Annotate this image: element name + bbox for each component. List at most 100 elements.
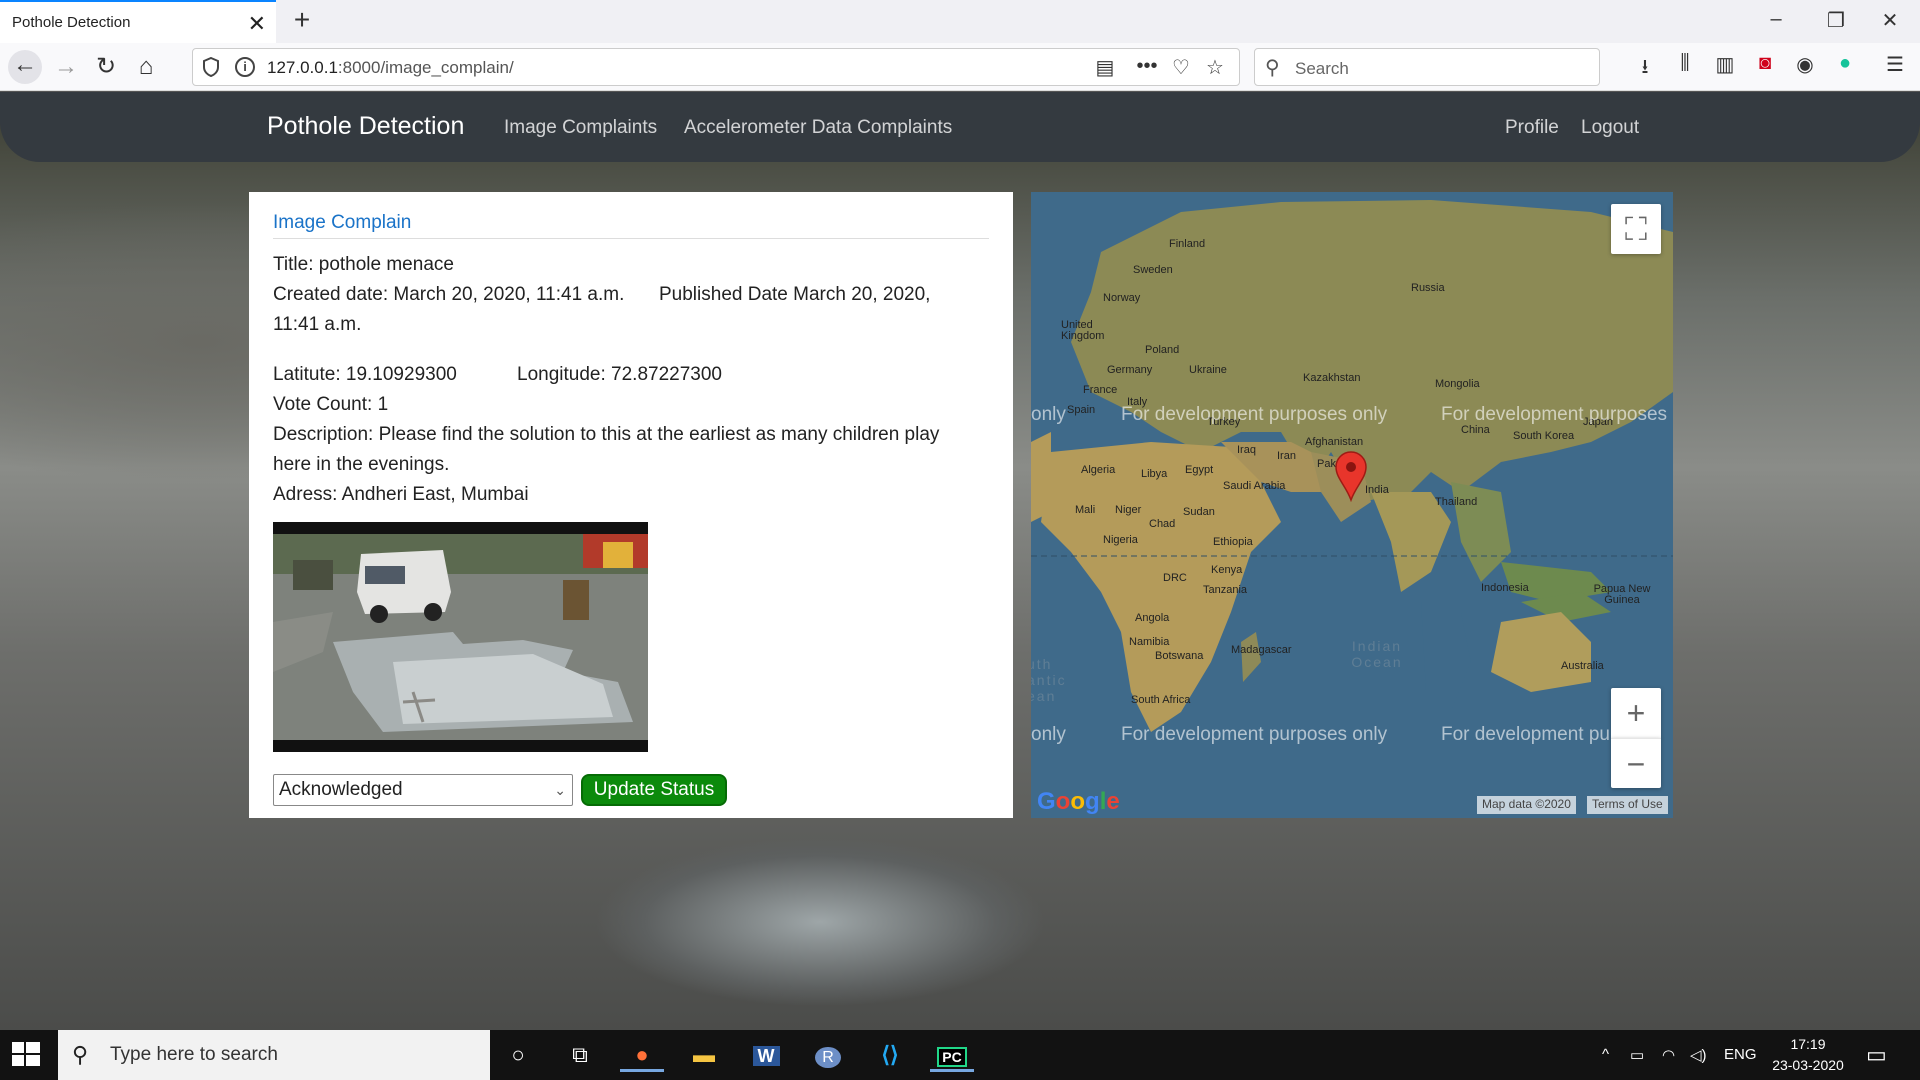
vscode-icon[interactable]: ⟨⟩ [868,1038,912,1072]
pocket-icon[interactable]: ♡ [1167,55,1195,80]
page-actions-icon[interactable]: ••• [1133,55,1161,78]
restore-icon[interactable]: ❐ [1816,8,1856,33]
map-label: Iran [1277,450,1296,462]
map-label: South Africa [1131,694,1191,706]
zoom-out-button[interactable]: − [1611,738,1661,788]
grammarly-icon[interactable]: ● [1830,52,1860,75]
windows-start-icon[interactable] [12,1042,40,1068]
language-indicator[interactable]: ENG [1724,1046,1757,1063]
terms-of-use-link[interactable]: Terms of Use [1587,796,1668,814]
status-selected-value: Acknowledged [279,779,403,800]
notifications-icon[interactable]: ▭ [1866,1042,1887,1068]
map-label: Indian Ocean [1351,638,1403,670]
library-icon[interactable]: ⫼ [1670,52,1700,75]
account-icon[interactable]: ◉ [1790,52,1820,77]
status-select[interactable]: Acknowledged ⌄ [273,774,573,806]
dev-watermark: only [1031,724,1066,745]
map-label: Chad [1149,518,1176,530]
site-brand[interactable]: Pothole Detection [267,112,464,141]
map-label: Thailand [1435,496,1478,508]
map-label: Egypt [1185,464,1214,476]
word-icon[interactable]: W [744,1038,788,1072]
sidebar-icon[interactable]: ▥ [1710,52,1740,77]
vote-count: Vote Count: 1 [273,394,389,415]
map-label: uth antic ean [1031,656,1067,704]
nav-accelerometer-complaints[interactable]: Accelerometer Data Complaints [684,117,952,139]
browser-search-field[interactable]: ⚲ Search [1254,48,1600,86]
wifi-icon[interactable]: ◠ [1662,1046,1675,1064]
complaint-card: Image Complain Title: pothole menace Cre… [249,192,1013,818]
pothole-photo [273,522,648,752]
address: Adress: Andheri East, Mumbai [273,484,529,505]
pycharm-icon[interactable]: PC [930,1038,974,1072]
windows-taskbar: ⚲ Type here to search ○ ⧉ ● ▬ W R ⟨⟩ PC … [0,1030,1920,1080]
minimize-icon[interactable]: – [1756,8,1796,31]
map-label: Australia [1561,660,1604,672]
nav-image-complaints[interactable]: Image Complaints [504,117,657,139]
map-label: Russia [1411,282,1445,294]
taskbar-search-placeholder: Type here to search [110,1044,278,1065]
window-close-icon[interactable]: ✕ [1870,8,1910,33]
bookmark-star-icon[interactable]: ☆ [1201,55,1229,80]
location-marker-icon[interactable] [1334,450,1368,502]
map-label: Norway [1103,292,1141,304]
map-label: Ethiopia [1213,536,1253,548]
fullscreen-icon[interactable]: ⛶ [1611,204,1661,254]
google-map[interactable]: Finland Sweden Norway Russia United King… [1031,192,1673,818]
dev-watermark: For development pu [1441,724,1610,745]
dev-watermark: For development purposes only [1121,724,1388,745]
map-label: Algeria [1081,464,1116,476]
map-label: Libya [1141,468,1168,480]
map-data-attribution: Map data ©2020 [1477,796,1576,814]
map-label: Madagascar [1231,644,1292,656]
menu-icon[interactable]: ☰ [1880,52,1910,77]
file-explorer-icon[interactable]: ▬ [682,1038,726,1072]
home-icon[interactable]: ⌂ [130,52,162,82]
zoom-in-button[interactable]: + [1611,688,1661,738]
map-label: Ukraine [1189,364,1227,376]
complaint-title: Title: pothole menace [273,254,454,275]
downloads-icon[interactable]: ⭳ [1630,52,1660,86]
taskbar-clock[interactable]: 17:19 23-03-2020 [1768,1034,1848,1076]
browser-tab[interactable]: Pothole Detection ✕ [0,0,276,43]
card-divider [273,238,989,239]
map-label: Angola [1135,612,1170,624]
reload-icon[interactable]: ↻ [90,52,122,82]
map-label: United Kingdom [1061,319,1105,342]
url-path: :8000/image_complain/ [337,58,514,77]
battery-icon[interactable]: ▭ [1630,1046,1644,1064]
map-label: Botswana [1155,650,1204,662]
map-label: Papua New Guinea [1593,583,1651,606]
search-icon: ⚲ [72,1042,89,1067]
firefox-icon[interactable]: ● [620,1038,664,1072]
map-label: Spain [1067,404,1096,416]
forward-icon[interactable]: → [50,52,82,82]
new-tab-icon[interactable]: + [286,4,318,36]
pocket-toolbar-icon[interactable]: ◙ [1750,52,1780,75]
address-bar[interactable]: i 127.0.0.1:8000/image_complain/ ▤ ••• ♡… [192,48,1240,86]
update-status-button[interactable]: Update Status [581,774,727,806]
info-icon[interactable]: i [235,57,255,77]
cortana-icon[interactable]: ○ [496,1038,540,1072]
map-label: Mongolia [1435,378,1480,390]
tray-chevron-icon[interactable]: ^ [1602,1046,1609,1063]
search-icon: ⚲ [1265,57,1280,79]
task-view-icon[interactable]: ⧉ [558,1038,602,1072]
taskbar-search[interactable]: ⚲ Type here to search [58,1030,490,1080]
reader-view-icon[interactable]: ▤ [1091,55,1119,80]
map-label: Indonesia [1481,582,1529,594]
map-label: Kenya [1211,564,1243,576]
nav-logout[interactable]: Logout [1581,117,1639,139]
chevron-down-icon: ⌄ [554,782,566,798]
url-text[interactable]: 127.0.0.1:8000/image_complain/ [267,58,514,78]
latitude: Latitute: 19.10929300 [273,364,457,385]
close-tab-icon[interactable]: ✕ [248,11,266,37]
back-icon[interactable]: ← [8,50,42,84]
nav-profile[interactable]: Profile [1505,117,1559,139]
map-label: Kazakhstan [1303,372,1361,384]
created-date: Created date: March 20, 2020, 11:41 a.m. [273,284,625,305]
card-heading: Image Complain [273,212,412,233]
volume-icon[interactable]: ◁) [1690,1046,1707,1064]
r-icon[interactable]: R [806,1038,850,1072]
page-content: Pothole Detection Image Complaints Accel… [0,92,1920,1030]
